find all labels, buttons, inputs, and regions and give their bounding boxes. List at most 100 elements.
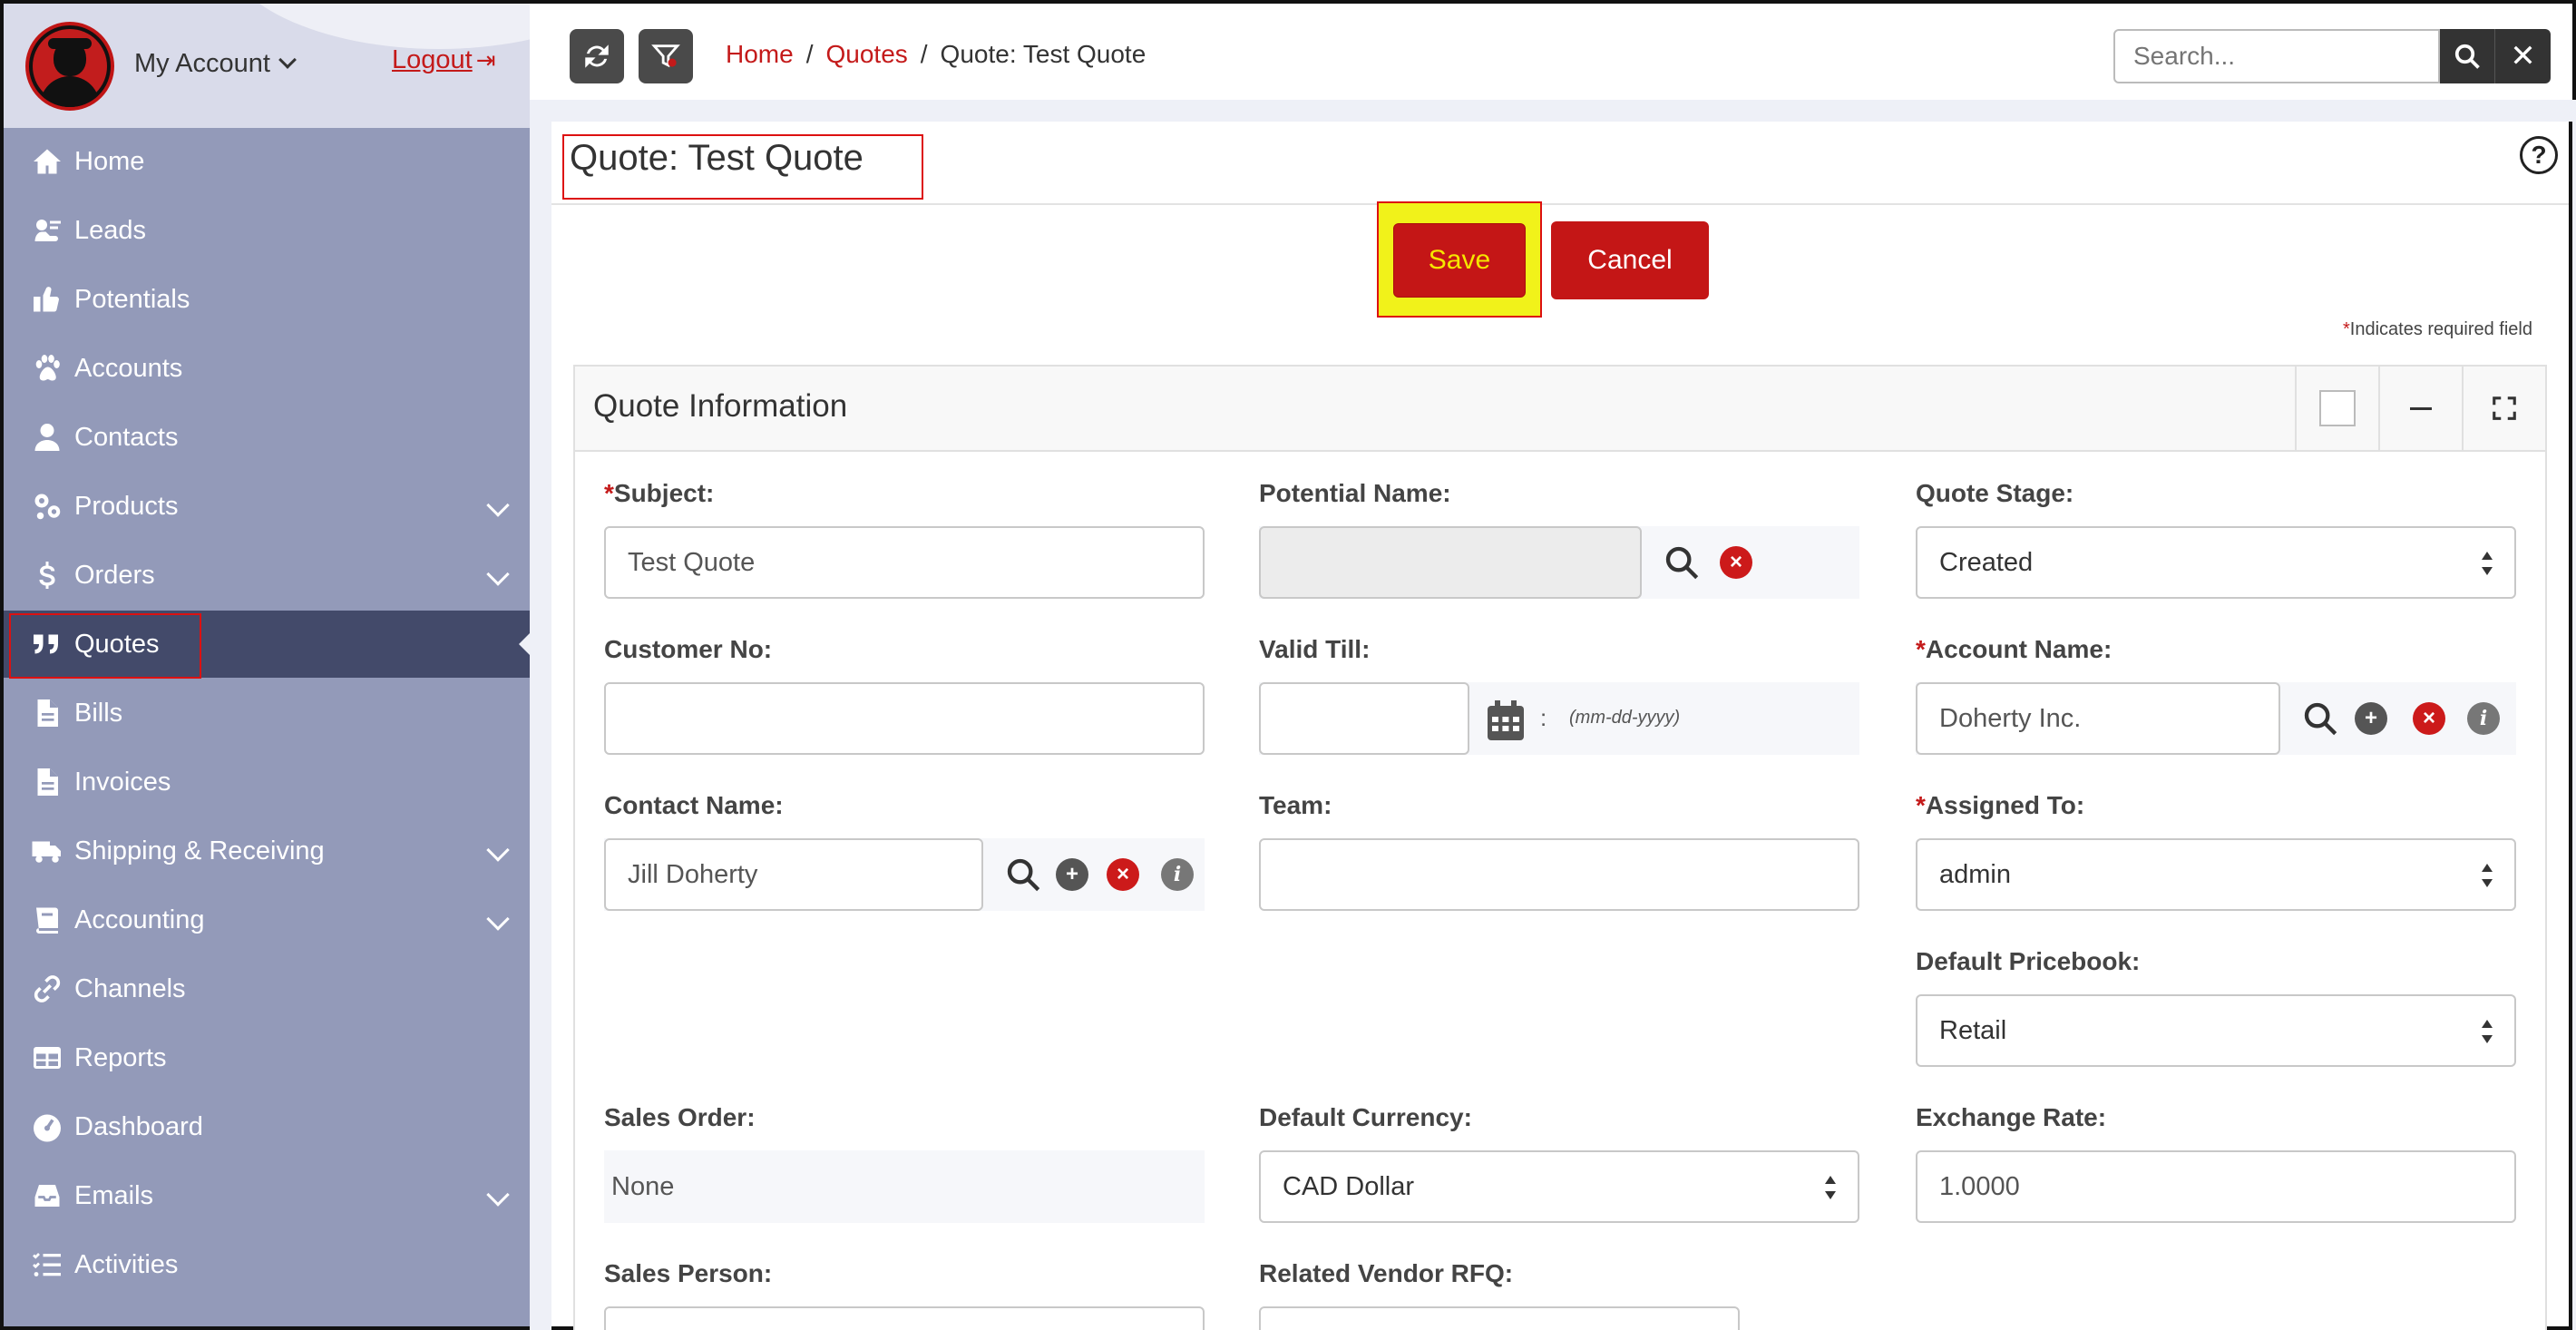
add-icon[interactable]: + [2355,702,2387,735]
account-name-input[interactable]: Doherty Inc. [1916,682,2280,755]
sidebar-item-emails[interactable]: Emails [4,1162,530,1229]
breadcrumb-home[interactable]: Home [726,40,794,69]
link-icon [27,973,67,1005]
logout-icon: ⇥ [475,46,496,73]
sales-person-label: Sales Person: [604,1259,773,1287]
collapse-button[interactable] [2378,367,2462,450]
sidebar-item-orders[interactable]: Orders [4,542,530,609]
info-icon[interactable]: i [2467,702,2500,735]
select-arrows-icon [2482,1020,2493,1043]
assigned-to-select[interactable]: admin [1916,838,2516,911]
filter-icon [651,44,680,68]
sidebar-item-home[interactable]: Home [4,128,530,195]
sales-person-input[interactable] [604,1306,1205,1330]
team-input[interactable] [1259,838,1859,911]
search-icon[interactable] [1664,544,1700,581]
fullscreen-button[interactable] [2462,367,2545,450]
panel-checkbox[interactable] [2295,367,2378,450]
save-button[interactable]: Save [1393,223,1526,298]
quote-stage-label: Quote Stage: [1916,479,2074,507]
sidebar-item-activities[interactable]: Activities [4,1231,530,1298]
add-icon[interactable]: + [1056,858,1088,891]
sidebar-item-shipping-receiving[interactable]: Shipping & Receiving [4,817,530,885]
sidebar-item-accounting[interactable]: Accounting [4,886,530,953]
refresh-button[interactable] [570,29,624,83]
avatar[interactable] [25,22,114,111]
filter-button[interactable] [639,29,693,83]
info-icon[interactable]: i [1161,858,1194,891]
leads-icon [27,214,67,247]
my-account-menu[interactable]: My Account [134,49,297,79]
home-icon [27,145,67,178]
quotes-highlight [9,613,201,679]
default-currency-label: Default Currency: [1259,1103,1472,1131]
sidebar-item-leads[interactable]: Leads [4,197,530,264]
sidebar-item-label: Emails [74,1180,154,1210]
required-field-note: *Indicates required field [2342,319,2532,339]
inbox-icon [27,1179,67,1212]
search-button[interactable] [2440,29,2494,83]
sidebar-item-label: Invoices [74,767,171,797]
page-title: Quote: Test Quote [570,138,864,178]
sidebar-item-bills[interactable]: Bills [4,680,530,747]
potential-name-input[interactable] [1259,526,1642,599]
contact-name-input[interactable]: Jill Doherty [604,838,983,911]
search-icon[interactable] [1005,856,1041,893]
search-icon[interactable] [2302,700,2338,737]
sidebar-item-invoices[interactable]: Invoices [4,748,530,816]
related-vendor-rfq-input[interactable] [1259,1306,1740,1330]
chevron-down-icon [486,562,510,586]
sidebar-item-label: Channels [74,973,186,1003]
related-vendor-rfq-label: Related Vendor RFQ: [1259,1259,1514,1287]
help-icon[interactable]: ? [2520,136,2558,174]
breadcrumb-quotes[interactable]: Quotes [825,40,907,69]
sidebar-item-label: Home [74,146,145,176]
valid-till-input[interactable] [1259,682,1469,755]
select-arrows-icon [2482,552,2493,575]
clear-search-button[interactable]: ✕ [2494,29,2551,83]
my-account-label: My Account [134,49,270,78]
calendar-icon[interactable] [1486,699,1526,742]
clear-icon[interactable]: × [2413,702,2445,735]
search-icon [2454,44,2480,69]
sales-order-label: Sales Order: [604,1103,756,1131]
sidebar-item-potentials[interactable]: Potentials [4,266,530,333]
sidebar-item-channels[interactable]: Channels [4,955,530,1022]
quote-information-panel: Quote Information *Subject: Test Quote P… [573,365,2547,1330]
refresh-icon [585,44,609,68]
assigned-to-label: *Assigned To: [1916,791,2085,819]
thumbs-up-icon [27,283,67,316]
chevron-down-icon [486,494,510,517]
sidebar-item-accounts[interactable]: Accounts [4,335,530,402]
sidebar-item-label: Orders [74,560,155,590]
sidebar: My Account Logout ⇥ Home Leads Potentials Ac… [0,0,530,1330]
sidebar-item-products[interactable]: Products [4,473,530,540]
contact-name-label: Contact Name: [604,791,784,819]
chevron-down-icon [278,51,297,69]
clear-icon[interactable]: × [1107,858,1139,891]
expand-icon [2493,396,2516,420]
sidebar-item-reports[interactable]: Reports [4,1024,530,1091]
logout-link[interactable]: Logout ⇥ [392,45,496,75]
clear-icon[interactable]: × [1720,546,1752,579]
main-content: Quote: Test Quote ? Save Cancel *Indicat… [551,122,2572,1330]
cancel-button[interactable]: Cancel [1551,221,1709,299]
sidebar-item-label: Bills [74,698,123,728]
list-icon [27,1248,67,1281]
exchange-rate-label: Exchange Rate: [1916,1103,2107,1131]
sidebar-item-dashboard[interactable]: Dashboard [4,1093,530,1160]
default-pricebook-select[interactable]: Retail [1916,994,2516,1067]
default-currency-select[interactable]: CAD Dollar [1259,1150,1859,1223]
select-arrows-icon [2482,864,2493,887]
sidebar-item-label: Products [74,491,179,521]
quote-stage-select[interactable]: Created [1916,526,2516,599]
truck-icon [27,835,67,867]
customer-no-input[interactable] [604,682,1205,755]
gears-icon [27,490,67,523]
sidebar-item-contacts[interactable]: Contacts [4,404,530,471]
top-bar: Home / Quotes / Quote: Test Quote ✕ [530,0,2576,100]
sidebar-item-label: Accounts [74,353,183,383]
subject-input[interactable]: Test Quote [604,526,1205,599]
exchange-rate-input[interactable]: 1.0000 [1916,1150,2516,1223]
search-input[interactable] [2113,29,2440,83]
